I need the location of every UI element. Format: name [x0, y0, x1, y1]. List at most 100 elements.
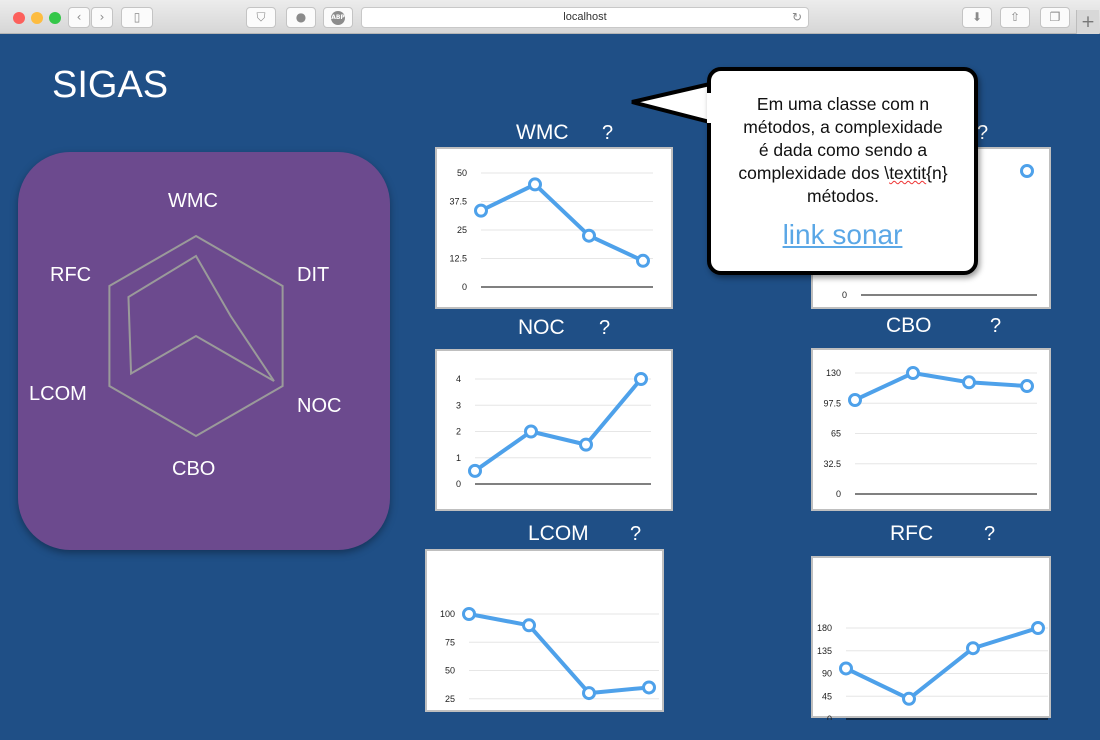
lcom-help-button[interactable]: ? [630, 523, 641, 546]
y-tick-label: 1 [456, 453, 461, 463]
series-line [468, 612, 650, 696]
y-tick-label: 32.5 [823, 459, 841, 469]
tooltip-tail-cover [707, 93, 713, 123]
y-tick-label: 12.5 [449, 254, 467, 264]
zoom-window-button[interactable] [49, 12, 61, 24]
downloads-button[interactable]: ⬇ [962, 7, 992, 28]
adblock-extension-button[interactable]: ABP [323, 7, 353, 28]
rfc-help-button[interactable]: ? [984, 523, 995, 546]
cbo-chart-card: 0 32.5 65 97.5 130 [811, 348, 1051, 511]
data-point [462, 607, 476, 621]
y-tick-label: 135 [817, 646, 832, 656]
data-point [848, 392, 862, 407]
lcom-chart-card: 0255075100 [425, 549, 664, 712]
y-tick-label: 97.5 [823, 398, 841, 408]
address-bar[interactable]: localhost ↻ [361, 7, 809, 28]
data-point [1020, 164, 1034, 178]
dit-help-button[interactable]: ? [977, 122, 988, 145]
y-tick-label: 0 [836, 489, 841, 499]
tooltip-pointer [631, 82, 712, 125]
lcom-chart: 0255075100 [440, 607, 659, 704]
forward-button[interactable]: › [91, 7, 113, 28]
y-tick-label: 37.5 [449, 197, 467, 207]
data-point [582, 686, 596, 701]
y-tick-label: 50 [457, 168, 467, 178]
radar-axis-dit: DIT [297, 264, 330, 286]
y-tick-label: 65 [831, 429, 841, 439]
y-tick-label: 0 [842, 290, 847, 300]
cbo-help-button[interactable]: ? [990, 315, 1001, 338]
rfc-chart: 0 45 90 135 180 [817, 621, 1048, 720]
close-window-button[interactable] [13, 12, 25, 24]
y-tick-label: 25 [457, 225, 467, 235]
data-point [474, 203, 488, 218]
wmc-title: WMC [516, 121, 569, 144]
radar-data-polygon [127, 254, 275, 382]
reload-icon[interactable]: ↻ [792, 8, 802, 27]
lcom-title: LCOM [528, 522, 589, 545]
cbo-chart: 0 32.5 65 97.5 130 [823, 366, 1037, 499]
data-point [966, 641, 980, 656]
radar-card: WMC DIT NOC CBO LCOM RFC [18, 152, 390, 550]
series-line [473, 377, 643, 473]
series-line [480, 182, 644, 263]
rfc-chart-card: 0 45 90 135 180 [811, 556, 1051, 720]
data-point [528, 177, 542, 192]
data-point [906, 366, 920, 380]
data-point [522, 618, 536, 633]
radar-axis-lcom: LCOM [29, 383, 87, 405]
y-tick-label: 2 [456, 427, 461, 437]
series-line [845, 626, 1039, 701]
data-point [1020, 379, 1034, 394]
rfc-title: RFC [890, 522, 934, 545]
wmc-chart: 0 12.5 25 37.5 50 [449, 168, 653, 292]
tabs-overview-button[interactable]: ❐ [1040, 7, 1070, 28]
noc-help-button[interactable]: ? [599, 317, 610, 340]
sidebar-toggle-button[interactable]: ▯ [121, 7, 153, 28]
y-tick-label: 130 [826, 368, 841, 378]
radar-axis-noc: NOC [297, 395, 342, 417]
y-tick-label: 0 [456, 479, 461, 489]
y-tick-label: 0 [462, 282, 467, 292]
minimize-window-button[interactable] [31, 12, 43, 24]
ghostery-extension-button[interactable]: ● [286, 7, 316, 28]
data-point [636, 253, 650, 268]
y-tick-label: 25 [445, 694, 455, 704]
app-title: SIGAS [52, 64, 169, 106]
y-tick-label: 75 [445, 637, 455, 647]
y-tick-label: 4 [456, 374, 461, 384]
wmc-help-button[interactable]: ? [602, 122, 613, 145]
noc-chart: 0 1 2 3 4 [456, 372, 651, 489]
y-tick-label: 180 [817, 623, 832, 633]
browser-toolbar: ‹ › ▯ ⛉ ● ABP localhost ↻ ⬇ ⇧ ❐ + [0, 0, 1100, 34]
y-tick-label: 90 [822, 669, 832, 679]
series-line [854, 371, 1028, 402]
y-tick-label: 50 [445, 666, 455, 676]
y-tick-label: 3 [456, 400, 461, 410]
data-point [839, 661, 853, 676]
radar-axis-cbo: CBO [172, 458, 216, 480]
shield-extension-button[interactable]: ⛉ [246, 7, 276, 28]
data-point [1031, 621, 1045, 635]
url-text: localhost [563, 11, 607, 23]
radar-axis-wmc: WMC [168, 190, 218, 212]
radar-axis-rfc: RFC [50, 264, 92, 286]
wmc-chart-card: 0 12.5 25 37.5 50 [435, 147, 673, 309]
data-point [642, 680, 656, 695]
y-tick-label: 45 [822, 691, 832, 701]
data-point [524, 424, 538, 439]
noc-title: NOC [518, 316, 565, 339]
share-button[interactable]: ⇧ [1000, 7, 1030, 28]
new-tab-button[interactable]: + [1076, 10, 1099, 34]
data-point [902, 691, 916, 706]
data-point [634, 372, 648, 386]
back-button[interactable]: ‹ [68, 7, 90, 28]
noc-chart-card: 0 1 2 3 4 [435, 349, 673, 511]
data-point [579, 437, 593, 452]
data-point [582, 228, 596, 243]
data-point [468, 463, 482, 478]
y-tick-label: 100 [440, 609, 455, 619]
y-tick-label: 0 [827, 714, 832, 720]
data-point [962, 375, 976, 390]
cbo-title: CBO [886, 314, 932, 337]
